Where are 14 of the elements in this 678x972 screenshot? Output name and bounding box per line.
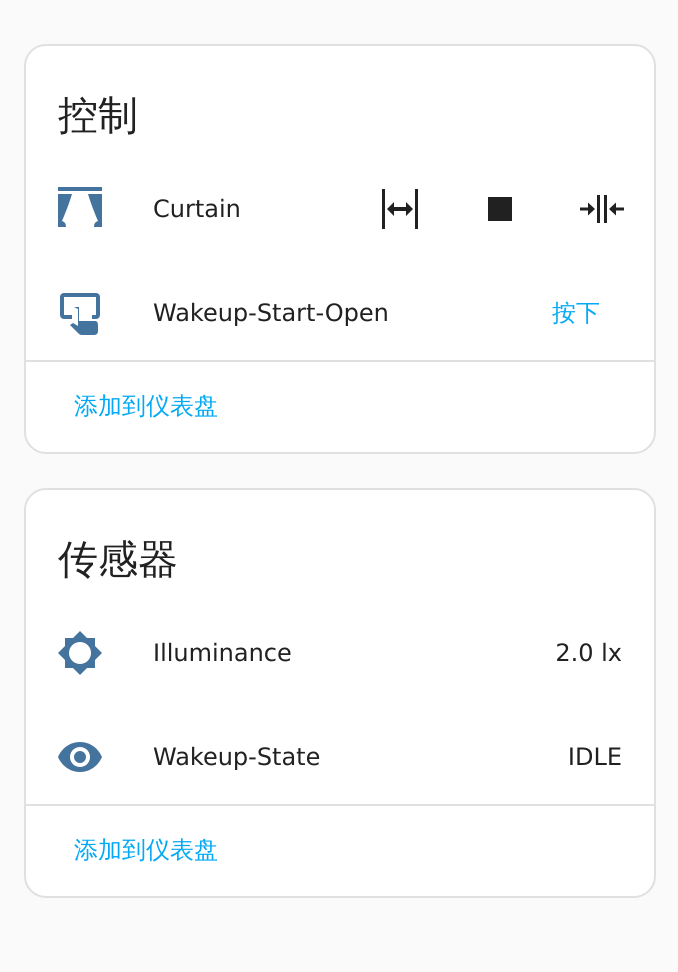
- entity-name: Illuminance: [153, 639, 293, 667]
- entity-name: Curtain: [153, 195, 242, 223]
- open-icon[interactable]: [380, 189, 420, 229]
- press-button[interactable]: 按下: [552, 297, 622, 329]
- touch-screen-icon: [58, 291, 102, 335]
- add-to-dashboard-link[interactable]: 添加到仪表盘: [74, 390, 218, 422]
- state-value: IDLE: [568, 743, 622, 771]
- state-value: 2.0 lx: [555, 639, 622, 667]
- brightness-icon: [58, 631, 102, 675]
- card-title: 传感器: [57, 536, 179, 585]
- card-title: 控制: [57, 92, 139, 141]
- entity-name: Wakeup-Start-Open: [153, 299, 390, 327]
- add-to-dashboard-link[interactable]: 添加到仪表盘: [74, 834, 218, 866]
- entity-name: Wakeup-State: [153, 743, 322, 771]
